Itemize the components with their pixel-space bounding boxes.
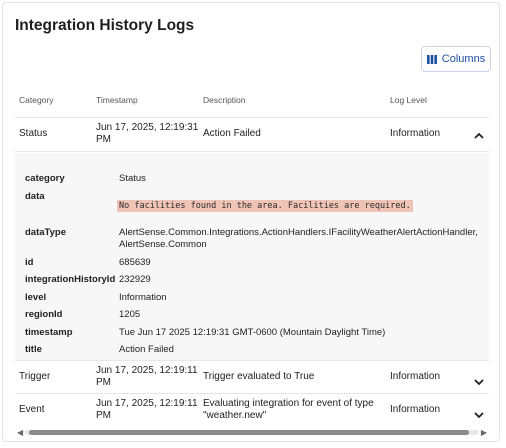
page-title: Integration History Logs [15,17,195,34]
header-divider [15,117,489,118]
row-timestamp: Jun 17, 2025, 12:19:11 PM [96,365,198,388]
row-description: Action Failed [203,128,261,139]
detail-value-level: Information [119,292,167,303]
detail-key-title: title [25,344,42,355]
row-log-level: Information [390,128,441,139]
row-divider [15,393,489,394]
detail-key-level: level [25,292,47,303]
column-header-description[interactable]: Description [203,95,246,105]
row-divider [15,151,489,152]
row-log-level: Information [390,371,441,382]
row-description: Trigger evaluated to True [203,371,315,382]
chevron-down-icon[interactable] [474,406,484,424]
row-category: Status [19,128,48,139]
detail-value-datatype: AlertSense.Common.Integrations.ActionHan… [119,227,478,250]
row-description: Evaluating integration for event of type… [203,398,374,421]
horizontal-scrollbar[interactable]: ◀ ▶ [15,427,489,437]
scroll-right-icon[interactable]: ▶ [481,428,487,437]
row-category: Trigger [19,371,51,382]
detail-key-category: category [25,173,65,184]
columns-button-label: Columns [441,53,486,65]
row-timestamp: Jun 17, 2025, 12:19:31 PM [96,122,199,145]
column-header-category[interactable]: Category [19,95,54,105]
detail-key-timestamp: timestamp [25,327,73,338]
row-category: Event [19,404,45,415]
detail-key-id: id [25,257,34,268]
chevron-up-icon[interactable] [474,127,484,145]
detail-value-category: Status [119,173,146,184]
detail-key-datatype: dataType [25,227,67,238]
detail-value-title: Action Failed [119,344,174,355]
columns-icon [426,54,437,64]
row-log-level: Information [390,404,441,415]
column-header-log-level[interactable]: Log Level [390,95,427,105]
scrollbar-thumb[interactable] [29,430,469,435]
columns-button[interactable]: Columns [421,46,491,72]
detail-value-region-id: 1205 [119,309,141,320]
row-timestamp: Jun 17, 2025, 12:19:11 PM [96,398,198,421]
row-divider [15,360,489,361]
integration-history-card: Integration History Logs Columns Categor… [2,2,500,442]
chevron-down-icon[interactable] [474,373,484,391]
column-header-timestamp[interactable]: Timestamp [96,95,138,105]
detail-key-integration-history-id: integrationHistoryId [25,274,116,285]
detail-value-timestamp: Tue Jun 17 2025 12:19:31 GMT-0600 (Mount… [119,327,386,338]
detail-key-region-id: regionId [25,309,63,320]
detail-value-data: No facilities found in the area. Facilit… [117,200,413,212]
detail-value-integration-history-id: 232929 [119,274,151,285]
detail-key-data: data [25,191,45,202]
scroll-left-icon[interactable]: ◀ [17,428,23,437]
detail-value-id: 685639 [119,257,151,268]
